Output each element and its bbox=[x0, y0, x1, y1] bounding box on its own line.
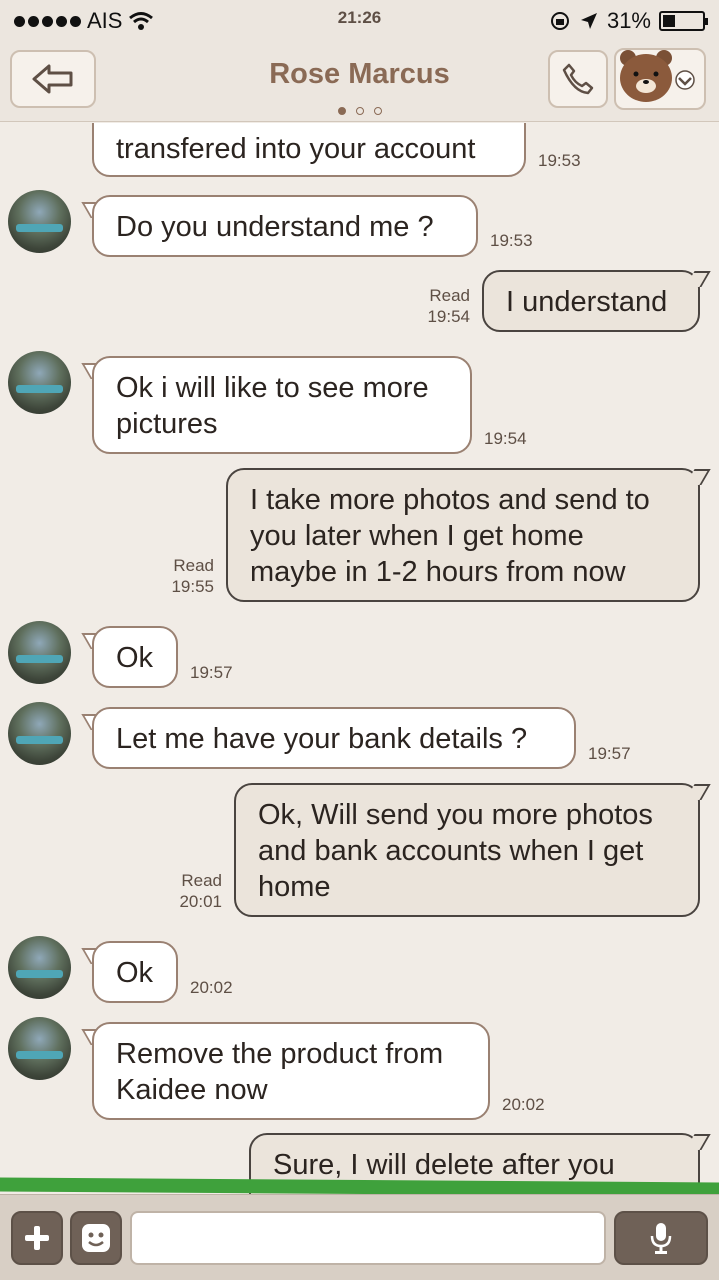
emoji-icon bbox=[82, 1224, 110, 1252]
contact-avatar[interactable] bbox=[8, 190, 71, 253]
message-text-line: maybe in 1-2 hours from now bbox=[250, 556, 626, 588]
message-time: 19:57 bbox=[588, 744, 631, 763]
bear-sticker-icon bbox=[620, 50, 672, 102]
message-bubble-incoming[interactable]: Let me have your bank details ? bbox=[92, 707, 576, 769]
emoji-button[interactable] bbox=[70, 1211, 122, 1265]
message-time: 20:02 bbox=[190, 978, 233, 997]
message-time: 19:55 bbox=[171, 577, 214, 596]
message-time: 19:57 bbox=[190, 663, 233, 682]
message-bubble-incoming[interactable]: Do you understand me ? bbox=[92, 195, 478, 257]
contact-name: Rose Marcus bbox=[269, 58, 450, 90]
message-bubble-outgoing[interactable]: I take more photos and send to you later… bbox=[226, 468, 700, 602]
message-time: 19:53 bbox=[538, 151, 581, 170]
rotation-lock-icon bbox=[550, 12, 569, 30]
chevron-down-icon bbox=[675, 70, 695, 90]
message-bubble-incoming[interactable]: Ok bbox=[92, 941, 178, 1003]
read-receipt: Read 19:54 bbox=[400, 285, 470, 327]
read-label: Read bbox=[181, 871, 222, 890]
call-button[interactable] bbox=[548, 50, 608, 108]
message-bubble-outgoing[interactable]: Ok, Will send you more photos and bank a… bbox=[234, 783, 700, 917]
message-bubble-outgoing[interactable]: I understand bbox=[482, 270, 700, 332]
message-text-line: home bbox=[258, 871, 331, 903]
voice-message-button[interactable] bbox=[614, 1211, 708, 1265]
message-text-line: Remove the product from bbox=[116, 1038, 444, 1070]
read-receipt: Read 19:55 bbox=[144, 555, 214, 597]
message-text: Do you understand me ? bbox=[116, 211, 434, 243]
message-text-line: I take more photos and send to bbox=[250, 484, 650, 516]
message-text: I understand bbox=[506, 286, 668, 318]
sticker-menu-button[interactable] bbox=[614, 48, 706, 110]
message-bubble-incoming[interactable]: Ok bbox=[92, 626, 178, 688]
message-bubble-incoming[interactable]: transfered into your account bbox=[92, 123, 526, 177]
plus-icon bbox=[25, 1226, 49, 1250]
message-time: 19:54 bbox=[484, 429, 527, 448]
message-time: 20:02 bbox=[502, 1095, 545, 1114]
message-text-line: and bank accounts when I get bbox=[258, 835, 644, 867]
message-bubble-incoming[interactable]: Remove the product from Kaidee now bbox=[92, 1022, 490, 1120]
read-label: Read bbox=[173, 556, 214, 575]
microphone-icon bbox=[650, 1223, 672, 1254]
contact-avatar[interactable] bbox=[8, 936, 71, 999]
message-time: 20:01 bbox=[179, 892, 222, 911]
add-attachment-button[interactable] bbox=[11, 1211, 63, 1265]
read-receipt: Read 20:01 bbox=[152, 870, 222, 912]
message-text-line: pictures bbox=[116, 408, 218, 440]
message-input-bar bbox=[0, 1194, 719, 1280]
contact-avatar[interactable] bbox=[8, 351, 71, 414]
contact-avatar[interactable] bbox=[8, 702, 71, 765]
message-text-line: Kaidee now bbox=[116, 1074, 268, 1106]
message-text: transfered into your account bbox=[116, 133, 476, 165]
chat-header: Rose Marcus bbox=[0, 40, 719, 122]
message-text-line: Sure, I will delete after you bbox=[273, 1149, 615, 1181]
message-text: Ok bbox=[116, 642, 154, 674]
battery-icon bbox=[659, 11, 708, 31]
message-text-line: you later when I get home bbox=[250, 520, 584, 552]
message-time: 19:53 bbox=[490, 231, 533, 250]
message-text-line: Ok i will like to see more bbox=[116, 372, 429, 404]
message-time: 19:54 bbox=[427, 307, 470, 326]
message-text: Ok bbox=[116, 957, 154, 989]
read-label: Read bbox=[429, 286, 470, 305]
message-list[interactable]: transfered into your account 19:53 Do yo… bbox=[0, 123, 719, 1195]
location-arrow-icon bbox=[580, 13, 597, 29]
message-bubble-incoming[interactable]: Ok i will like to see more pictures bbox=[92, 356, 472, 454]
message-input[interactable] bbox=[130, 1211, 606, 1265]
battery-percent: 31% bbox=[606, 8, 651, 33]
status-bar: AIS 21:26 31% bbox=[0, 0, 719, 40]
message-text: Let me have your bank details ? bbox=[116, 723, 528, 755]
contact-avatar[interactable] bbox=[8, 621, 71, 684]
status-right: 31% bbox=[549, 8, 708, 34]
contact-avatar[interactable] bbox=[8, 1017, 71, 1080]
phone-icon bbox=[562, 63, 594, 95]
page-indicator bbox=[0, 102, 719, 120]
message-text-line: Ok, Will send you more photos bbox=[258, 799, 653, 831]
